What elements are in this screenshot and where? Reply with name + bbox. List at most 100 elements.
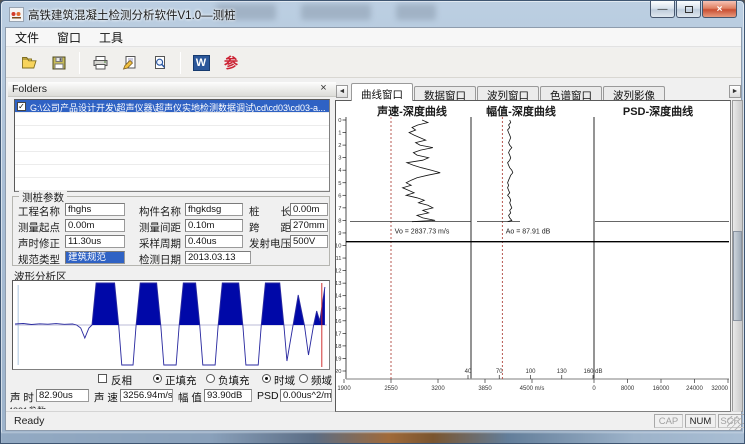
save-button[interactable] [46,50,72,75]
desktop-ghost [301,4,371,20]
sound-time-field[interactable]: 82.90us [36,389,89,402]
tab-bar: ◄ 曲线窗口 数据窗口 波列窗口 色谱窗口 波列影像 ► [335,82,741,101]
print-button[interactable] [87,50,113,75]
param-label: 声时修正 [18,236,60,251]
amplitude-field[interactable]: 93.90dB [204,389,252,402]
test-date-field[interactable]: 2013.03.13 [185,251,251,264]
status-text: Ready [14,415,44,427]
menu-tools[interactable]: 工具 [90,27,132,48]
resize-grip[interactable] [727,416,741,430]
svg-text:16: 16 [336,319,342,325]
tab-scroll-right-icon[interactable]: ► [729,85,741,98]
chart-vertical-scrollbar[interactable] [732,100,743,412]
standard-type-field[interactable]: 建筑规范 [65,251,125,264]
tab-data-window[interactable]: 数据窗口 [414,86,476,101]
svg-text:13: 13 [336,281,342,287]
client-area: 文件 窗口 工具 [5,27,742,431]
param-label: 构件名称 [139,204,181,219]
toolbar-separator [79,52,80,74]
fill-positive-radio[interactable] [153,374,162,383]
open-folder-icon [21,55,38,71]
tab-scroll-left-icon[interactable]: ◄ [336,85,348,98]
svg-text:3200: 3200 [431,386,445,392]
param-label: 检测日期 [139,252,181,267]
measure-step-field[interactable]: 0.10m [185,219,243,232]
num-indicator: NUM [685,414,716,428]
list-item[interactable] [15,139,329,152]
toolbar: W 参 [6,48,741,78]
maximize-button[interactable] [676,1,701,18]
list-item[interactable] [15,126,329,139]
list-item[interactable] [15,165,329,178]
tab-wavetrain-image[interactable]: 波列影像 [603,86,665,101]
svg-text:24000: 24000 [686,386,703,392]
fill-negative-radio[interactable] [206,374,215,383]
svg-text:8000: 8000 [621,386,635,392]
freq-domain-radio[interactable] [299,374,308,383]
sound-speed-field[interactable]: 3256.94m/s [120,389,173,402]
export-button[interactable] [117,50,143,75]
open-button[interactable] [16,50,42,75]
svg-text:10: 10 [336,244,342,250]
sample-period-field[interactable]: 0.40us [185,235,243,248]
svg-text:6: 6 [338,193,341,199]
svg-text:14: 14 [336,294,342,300]
fill-negative-label: 负填充 [218,373,250,388]
time-correction-field[interactable]: 11.30us [65,235,125,248]
status-bar: Ready CAP NUM SCRL [6,411,741,430]
menu-window[interactable]: 窗口 [48,27,90,48]
print-preview-button[interactable] [147,50,173,75]
svg-text:7: 7 [338,206,341,212]
project-name-field[interactable]: fhghs [65,203,125,216]
svg-text:130: 130 [557,369,568,375]
svg-text:3850: 3850 [478,386,492,392]
list-item[interactable] [15,113,329,126]
app-icon [9,7,24,22]
file-checkbox[interactable]: ✓ [17,102,26,111]
svg-text:17: 17 [336,331,342,337]
component-name-field[interactable]: fhgkdsg [185,203,243,216]
printer-icon [92,55,109,71]
svg-text:Vo = 2837.73 m/s: Vo = 2837.73 m/s [395,229,450,236]
svg-text:Ao = 87.91 dB: Ao = 87.91 dB [506,229,551,236]
svg-text:0: 0 [592,386,596,392]
menu-file[interactable]: 文件 [6,27,48,48]
pile-length-field[interactable]: 0.00m [290,203,328,216]
measure-start-field[interactable]: 0.00m [65,219,125,232]
depth-curves-plot: 0123456789101112131415161718192019002550… [336,117,730,399]
close-button[interactable]: × [702,1,737,18]
time-domain-radio[interactable] [262,374,271,383]
file-list[interactable]: ✓ G:\公司产品设计开发\超声仪器\超声仪实地检测数据调试\cd\cd03\c… [14,99,330,192]
time-domain-label: 时域 [274,373,295,388]
freq-domain-label: 频域 [311,373,332,388]
invert-checkbox[interactable] [98,374,107,383]
tab-curve-window[interactable]: 曲线窗口 [351,83,413,101]
folders-close-icon[interactable]: × [317,83,330,95]
svg-text:12: 12 [336,269,342,275]
scrollbar-thumb[interactable] [733,231,742,321]
param-label: 跨 距 [249,220,291,235]
param-label: 测量起点 [18,220,60,235]
word-report-button[interactable]: W [188,50,214,75]
list-item[interactable] [15,152,329,165]
svg-text:32000: 32000 [711,386,728,392]
tab-spectrum-window[interactable]: 色谱窗口 [540,86,602,101]
minimize-button[interactable]: — [650,1,675,18]
waveform-plot [13,281,329,369]
param-char-icon: 参 [224,53,238,73]
svg-text:160 dB: 160 dB [583,369,602,375]
maximize-icon [685,6,693,13]
psd-field[interactable]: 0.00us^2/m [280,389,332,402]
window-bottom-frame [1,432,745,444]
readout-row: 声 时 82.90us 声 速 3256.94m/s 幅 值 93.90dB P… [6,388,336,403]
menu-bar: 文件 窗口 工具 [6,28,741,47]
waveform-box[interactable] [12,280,330,370]
list-item[interactable]: ✓ G:\公司产品设计开发\超声仪器\超声仪实地检测数据调试\cd\cd03\c… [15,100,329,113]
svg-text:8: 8 [338,218,341,224]
svg-text:1900: 1900 [337,386,351,392]
span-field[interactable]: 270mm [290,219,328,232]
voltage-field[interactable]: 500V [290,235,328,248]
parameters-button[interactable]: 参 [218,50,244,75]
tab-wavetrain-window[interactable]: 波列窗口 [477,86,539,101]
page-pencil-icon [122,55,138,71]
